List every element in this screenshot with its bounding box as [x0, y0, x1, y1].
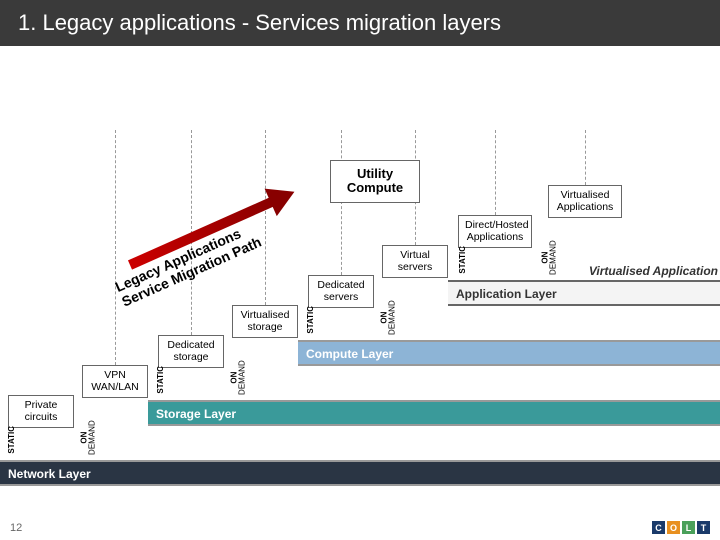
step-virtual-servers: Virtual servers [382, 245, 448, 278]
virtualised-application-label: Virtualised Application [589, 264, 718, 278]
step-private-circuits: Private circuits [8, 395, 74, 428]
sod-private-static: STATIC [8, 415, 16, 465]
network-layer-band: Network Layer Virtualised Network [0, 460, 720, 486]
logo-o: O [667, 521, 680, 534]
step-dedicated-servers: Dedicated servers [308, 275, 374, 308]
utility-compute-box: Utility Compute [330, 160, 420, 203]
vpn-box: VPN WAN/LAN [82, 365, 148, 398]
compute-layer-band: Compute Layer Virtualised Compute [298, 340, 720, 366]
virt-apps-dashed-line [585, 130, 586, 185]
step-virtualised-storage: Virtualised storage [232, 305, 298, 338]
virtualised-storage-label: Virtualised Storage [617, 384, 718, 398]
virtual-servers-box: Virtual servers [382, 245, 448, 278]
step-utility-compute: Utility Compute [330, 160, 420, 203]
dedicated-servers-box: Dedicated servers [308, 275, 374, 308]
sod-vpn: ONDEMAND [80, 413, 95, 463]
application-layer-label: Application Layer [456, 287, 557, 301]
virt-storage-dashed-line [265, 130, 266, 305]
sod-virt-apps: ONDEMAND [541, 233, 556, 283]
dedicated-storage-box: Dedicated storage [158, 335, 224, 368]
arrow-head-icon [265, 178, 301, 216]
virtualised-compute-label: Virtualised Compute [610, 324, 718, 338]
step-vpn: VPN WAN/LAN [82, 365, 148, 398]
compute-layer-label: Compute Layer [306, 347, 393, 361]
virtualised-applications-box: Virtualised Applications [548, 185, 622, 218]
private-circuits-box: Private circuits [8, 395, 74, 428]
logo-t: T [697, 521, 710, 534]
sod-virt-servers: ONDEMAND [380, 293, 395, 343]
storage-layer-label: Storage Layer [156, 407, 236, 421]
vpn-dashed-line [115, 130, 116, 365]
virtualised-network-label: Virtualised Network [615, 444, 718, 458]
migration-arrow: Legacy Applications Service Migration Pa… [128, 195, 278, 269]
network-layer-label: Network Layer [8, 467, 91, 481]
step-virtualised-applications: Virtualised Applications [548, 185, 622, 218]
sod-ded-servers: STATIC [307, 295, 315, 345]
application-layer-band: Application Layer Virtualised Applicatio… [448, 280, 720, 306]
logo-c: C [652, 521, 665, 534]
colt-logo: C O L T [652, 521, 710, 534]
sod-ded-storage: STATIC [157, 355, 165, 405]
virtualised-storage-box: Virtualised storage [232, 305, 298, 338]
sod-direct-hosted: STATIC [459, 235, 467, 285]
step-direct-hosted: Direct/Hosted Applications [458, 215, 532, 248]
step-dedicated-storage: Dedicated storage [158, 335, 224, 368]
sod-virt-storage: ONDEMAND [230, 353, 245, 403]
diagram-area: Network Layer Virtualised Network Storag… [0, 60, 720, 500]
storage-layer-band: Storage Layer Virtualised Storage [148, 400, 720, 426]
direct-hosted-box: Direct/Hosted Applications [458, 215, 532, 248]
slide-title: 1. Legacy applications - Services migrat… [0, 0, 720, 46]
logo-l: L [682, 521, 695, 534]
page-number: 12 [10, 522, 22, 534]
direct-hosted-dashed-line [495, 130, 496, 215]
